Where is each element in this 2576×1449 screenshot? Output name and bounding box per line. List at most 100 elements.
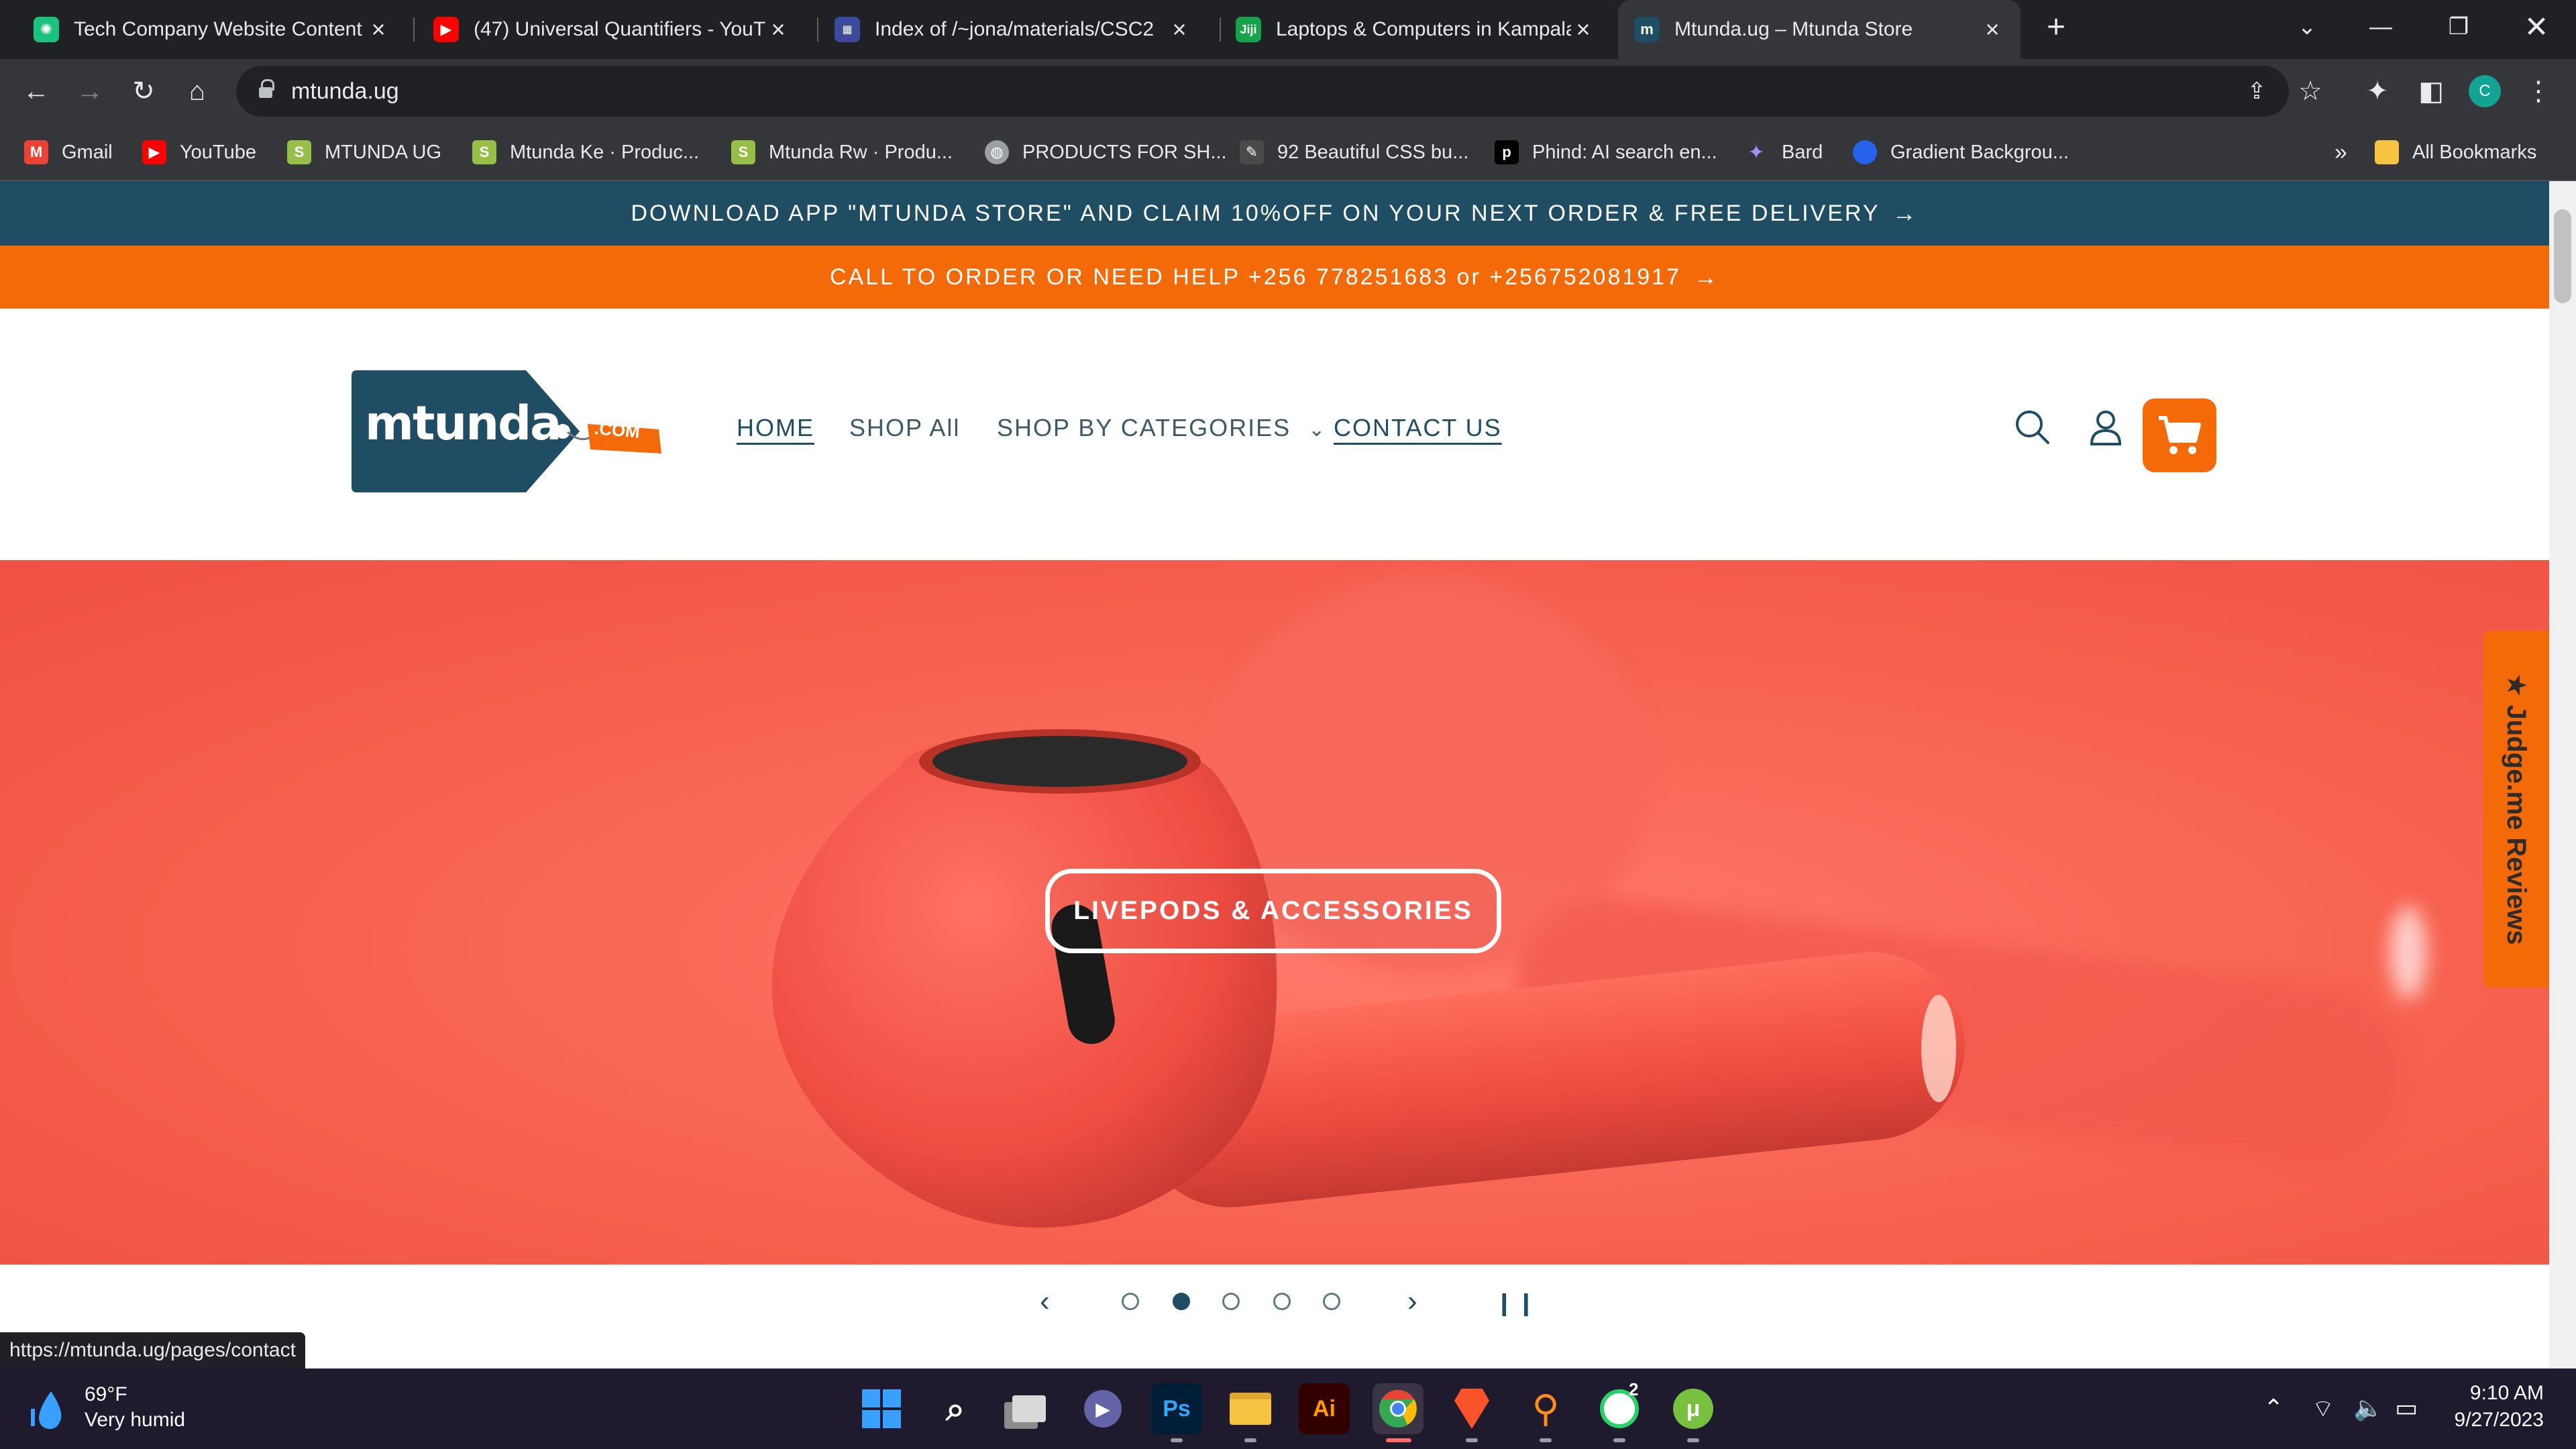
chevron-up-icon[interactable]: ⌃ xyxy=(2263,1394,2284,1422)
tab-strip: ✺ Tech Company Website Content × ▶ (47) … xyxy=(0,0,2576,59)
back-icon[interactable]: ← xyxy=(17,72,55,110)
bookmarks-overflow-button[interactable]: » xyxy=(2334,123,2347,181)
bookmark-item[interactable]: ✎ 92 Beautiful CSS bu... xyxy=(1240,123,1468,181)
task-view-icon[interactable] xyxy=(1004,1383,1055,1434)
slide-dot-active[interactable] xyxy=(1173,1293,1190,1310)
search-icon[interactable]: ⌕ xyxy=(930,1383,981,1434)
menu-kebab-icon[interactable]: ⋮ xyxy=(2520,72,2557,110)
close-tab-icon[interactable]: × xyxy=(1167,15,1191,44)
restore-button[interactable]: ❐ xyxy=(2422,0,2496,54)
windows-start-icon[interactable] xyxy=(856,1383,907,1434)
bookmark-star-icon[interactable]: ☆ xyxy=(2292,72,2329,110)
running-indicator xyxy=(1244,1438,1256,1442)
nav-shop-by-categories[interactable]: SHOP BY CATEGORIES ⌄ xyxy=(997,414,1326,442)
slide-dot[interactable] xyxy=(1323,1293,1340,1310)
illustrator-icon[interactable]: Ai xyxy=(1299,1383,1350,1434)
extensions-icon[interactable]: ✦ xyxy=(2359,72,2396,110)
forward-icon[interactable]: → xyxy=(71,72,109,110)
browser-tab[interactable]: ▶ (47) Universal Quantifiers - YouTube × xyxy=(417,0,806,59)
page-scrollbar[interactable] xyxy=(2549,181,2576,1368)
address-bar[interactable]: mtunda.ug xyxy=(236,66,2289,117)
bookmark-item[interactable]: S MTUNDA UG xyxy=(287,123,441,181)
nav-home[interactable]: HOME xyxy=(737,414,814,442)
close-tab-icon[interactable]: × xyxy=(366,15,390,44)
whatsapp-icon[interactable]: 2 xyxy=(1594,1379,1645,1434)
mtunda-icon: m xyxy=(1634,17,1660,42)
jiji-icon: Jiji xyxy=(1236,17,1261,42)
bookmark-item[interactable]: p Phind: AI search en... xyxy=(1495,123,1717,181)
wifi-icon[interactable]: ⌔ xyxy=(2312,1394,2334,1424)
close-tab-icon[interactable]: × xyxy=(1980,15,2004,44)
close-tab-icon[interactable]: × xyxy=(1571,15,1595,44)
active-indicator xyxy=(1386,1438,1411,1442)
volume-icon[interactable]: 🔈 xyxy=(2353,1394,2383,1422)
side-panel-icon[interactable]: ◧ xyxy=(2412,72,2450,110)
account-icon[interactable] xyxy=(2082,404,2129,451)
bookmark-item[interactable]: M Gmail xyxy=(24,123,113,181)
mtunda-logo[interactable]: mtunda .COM xyxy=(352,368,667,495)
hero-slideshow: LIVEPODS & ACCESSORIES xyxy=(0,560,2549,1265)
status-link-preview: https://mtunda.ug/pages/contact xyxy=(0,1332,305,1368)
search-everything-icon[interactable]: ⚲ xyxy=(1520,1383,1571,1434)
bookmark-item[interactable]: S Mtunda Rw · Produ... xyxy=(731,123,953,181)
close-window-button[interactable]: ✕ xyxy=(2500,0,2573,54)
running-indicator xyxy=(1613,1438,1625,1442)
university-icon: ▦ xyxy=(835,17,860,42)
judgeme-reviews-tab[interactable]: ★ Judge.me Reviews xyxy=(2483,631,2549,987)
cart-button[interactable] xyxy=(2143,398,2216,472)
weather-widget[interactable] xyxy=(25,1386,72,1433)
share-icon[interactable]: ⇪ xyxy=(2238,72,2275,110)
hero-category-button[interactable]: LIVEPODS & ACCESSORIES xyxy=(1045,869,1501,953)
bard-icon: ✦ xyxy=(1748,141,1765,164)
bookmark-item[interactable]: ▶ YouTube xyxy=(142,123,256,181)
running-indicator xyxy=(1540,1438,1552,1442)
browser-tab-active[interactable]: m Mtunda.ug – Mtunda Store × xyxy=(1618,0,2021,59)
bookmark-item[interactable]: S Mtunda Ke · Produc... xyxy=(472,123,699,181)
profile-avatar[interactable]: C xyxy=(2466,72,2504,110)
search-icon[interactable] xyxy=(2009,404,2056,451)
phind-icon: p xyxy=(1495,140,1519,164)
nav-contact-us[interactable]: CONTACT US xyxy=(1334,414,1502,442)
home-icon[interactable]: ⌂ xyxy=(178,72,216,110)
youtube-icon: ▶ xyxy=(142,140,166,164)
close-tab-icon[interactable]: × xyxy=(766,15,790,44)
tab-search-icon[interactable]: ⌄ xyxy=(2270,0,2344,54)
clock-date[interactable]: 9/27/2023 xyxy=(2455,1409,2544,1432)
bookmark-item[interactable]: ◍ PRODUCTS FOR SH... xyxy=(985,123,1227,181)
minimize-button[interactable]: — xyxy=(2344,0,2418,54)
windows-taskbar: 69°F Very humid ⌕ ▶ Ps Ai ⚲ 2 μ ⌃ ⌔ 🔈 ▭ … xyxy=(0,1368,2576,1449)
browser-tab[interactable]: ✺ Tech Company Website Content × xyxy=(17,0,407,59)
announcement-bar-app[interactable]: DOWNLOAD APP "MTUNDA STORE" AND CLAIM 10… xyxy=(0,181,2549,246)
lock-icon xyxy=(259,79,274,99)
slide-dot[interactable] xyxy=(1273,1293,1291,1310)
photoshop-icon[interactable]: Ps xyxy=(1151,1383,1202,1434)
all-bookmarks-button[interactable]: All Bookmarks xyxy=(2375,123,2536,181)
scrollbar-thumb[interactable] xyxy=(2554,209,2571,303)
url-text[interactable]: mtunda.ug xyxy=(291,78,399,105)
slide-dot[interactable] xyxy=(1222,1293,1240,1310)
teams-icon[interactable]: ▶ xyxy=(1077,1383,1128,1434)
slide-dot[interactable] xyxy=(1122,1293,1139,1310)
pause-slideshow-button[interactable]: ❙❙ xyxy=(1495,1290,1538,1317)
weather-temperature: 69°F xyxy=(85,1383,127,1405)
reload-icon[interactable]: ↻ xyxy=(125,72,162,110)
file-explorer-icon[interactable] xyxy=(1225,1383,1276,1434)
tab-separator xyxy=(413,17,415,42)
nav-shop-all[interactable]: SHOP All xyxy=(849,414,960,442)
new-tab-button[interactable]: + xyxy=(2019,0,2093,54)
folder-icon xyxy=(2375,140,2399,164)
battery-icon[interactable]: ▭ xyxy=(2395,1394,2418,1422)
brave-icon[interactable] xyxy=(1446,1383,1497,1434)
bookmark-item[interactable]: ✦ Bard xyxy=(1744,123,1823,181)
previous-slide-button[interactable]: ‹ xyxy=(1040,1285,1050,1318)
announcement-bar-call[interactable]: CALL TO ORDER OR NEED HELP +256 77825168… xyxy=(0,246,2549,309)
running-indicator xyxy=(1466,1438,1478,1442)
bookmark-item[interactable]: Gradient Backgrou... xyxy=(1853,123,2069,181)
gradient-icon xyxy=(1853,140,1877,164)
browser-tab[interactable]: ▦ Index of /~jona/materials/CSC2 × xyxy=(818,0,1208,59)
browser-tab[interactable]: Jiji Laptops & Computers in Kampala × xyxy=(1220,0,1611,59)
next-slide-button[interactable]: › xyxy=(1407,1285,1417,1318)
utorrent-icon[interactable]: μ xyxy=(1668,1383,1719,1434)
chrome-icon[interactable] xyxy=(1373,1383,1424,1434)
clock-time[interactable]: 9:10 AM xyxy=(2470,1382,2544,1405)
